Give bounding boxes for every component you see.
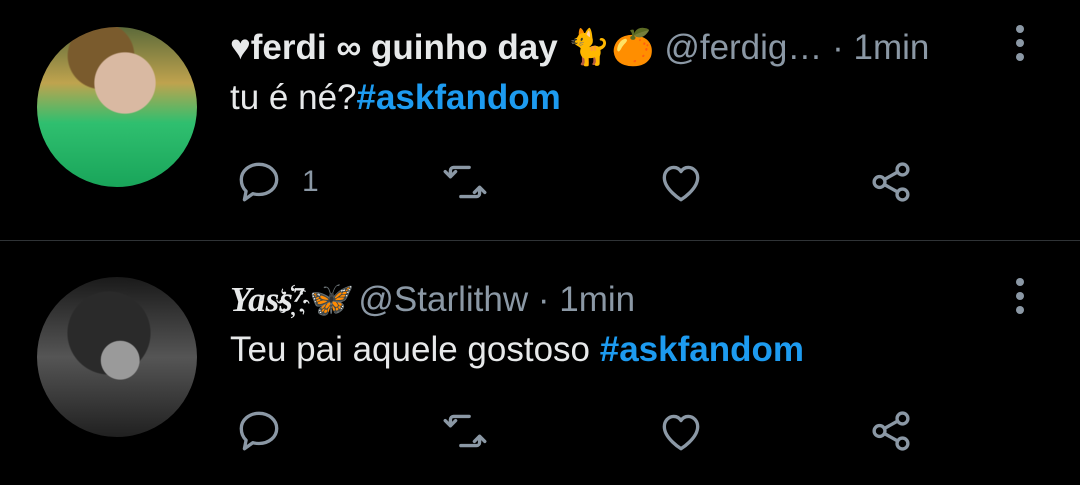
reply-button[interactable]: 1 [234,154,319,210]
share-button[interactable] [866,403,916,459]
reply-icon [239,162,279,202]
retweet-icon [443,165,487,199]
user-handle[interactable]: @Starlithw [358,280,528,319]
reply-button[interactable] [234,403,284,459]
reply-icon [239,411,279,451]
action-bar [0,403,1080,459]
more-options-icon[interactable] [1005,21,1035,69]
tweet-header: Yass҉⁷🦋 @Starlithw · 1min [230,277,635,323]
display-name[interactable]: ♥ferdi ∞ guinho day 🐈🍊 [230,28,655,67]
share-icon [872,411,910,451]
retweet-icon [443,414,487,448]
share-icon [872,162,910,202]
hashtag-link[interactable]: #askfandom [600,330,804,369]
display-name[interactable]: Yass҉⁷🦋 [230,280,349,319]
like-button[interactable] [656,403,706,459]
retweet-button[interactable] [440,403,490,459]
timestamp: 1min [559,280,636,319]
like-button[interactable] [656,154,706,210]
separator: · [832,28,844,67]
tweet-text: tu é né?#askfandom [230,75,561,121]
more-options-icon[interactable] [1005,274,1035,322]
tweet-text: Teu pai aquele gostoso #askfandom [230,327,804,373]
action-bar: 1 [0,154,1080,210]
retweet-button[interactable] [440,154,490,210]
tweet-item[interactable]: ♥ferdi ∞ guinho day 🐈🍊 @ferdig… · 1min t… [0,0,1080,240]
like-icon [662,165,700,202]
tweet-body: tu é né? [230,78,357,117]
hashtag-link[interactable]: #askfandom [357,78,561,117]
user-handle[interactable]: @ferdig… [664,28,822,67]
share-button[interactable] [866,154,916,210]
timestamp: 1min [853,28,930,67]
tweet-body: Teu pai aquele gostoso [230,330,600,369]
tweet-header: ♥ferdi ∞ guinho day 🐈🍊 @ferdig… · 1min [230,25,929,71]
reply-count: 1 [302,165,319,198]
like-icon [662,414,700,451]
tweet-item[interactable]: Yass҉⁷🦋 @Starlithw · 1min Teu pai aquele… [0,241,1080,485]
separator: · [537,280,550,319]
